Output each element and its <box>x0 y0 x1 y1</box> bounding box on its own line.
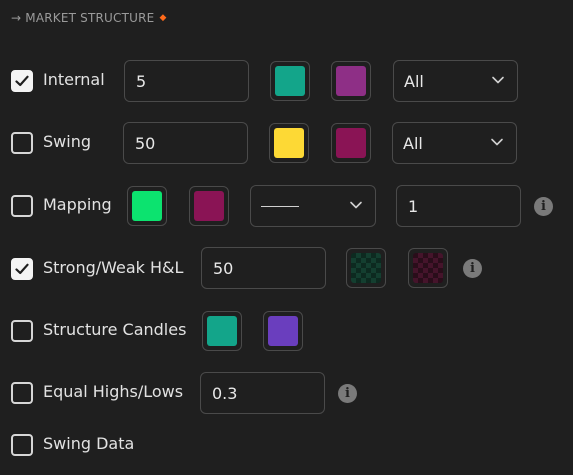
swing-bull-color-swatch[interactable] <box>269 123 309 163</box>
transparent-red-fill <box>413 253 443 283</box>
transparent-green-fill <box>351 253 381 283</box>
mapping-checkbox[interactable] <box>11 195 33 217</box>
color-fill <box>268 316 298 346</box>
checkmark-icon <box>15 75 29 87</box>
color-fill <box>336 128 366 158</box>
swing-checkbox[interactable] <box>11 132 33 154</box>
internal-bull-color-swatch[interactable] <box>270 61 310 101</box>
chevron-down-icon <box>491 138 503 146</box>
color-fill <box>207 316 237 346</box>
swing-bear-color-swatch[interactable] <box>331 123 371 163</box>
mapping-label: Mapping <box>43 195 112 214</box>
internal-checkbox[interactable] <box>11 70 33 92</box>
strong-weak-checkbox[interactable] <box>11 258 33 280</box>
color-fill <box>274 128 304 158</box>
swing-data-label: Swing Data <box>43 434 135 453</box>
equal-hl-row: Equal Highs/Lows 0.3 i <box>0 371 573 415</box>
equal-hl-label: Equal Highs/Lows <box>43 382 184 401</box>
chevron-down-icon <box>492 76 504 84</box>
structure-candles-bull-color-swatch[interactable] <box>202 311 242 351</box>
internal-bear-color-swatch[interactable] <box>331 61 371 101</box>
internal-length-input[interactable]: 5 <box>124 60 249 102</box>
select-value: All <box>403 133 423 153</box>
strong-weak-high-color-swatch[interactable] <box>346 248 386 288</box>
swing-data-checkbox[interactable] <box>11 434 33 456</box>
equal-hl-threshold-input[interactable]: 0.3 <box>200 372 325 414</box>
strong-weak-row: Strong/Weak H&L 50 i <box>0 246 573 290</box>
mapping-row: Mapping 1 i <box>0 184 573 228</box>
internal-mode-select[interactable]: All <box>393 60 518 102</box>
swing-length-input[interactable]: 50 <box>123 122 248 164</box>
info-icon[interactable]: i <box>338 384 357 403</box>
swing-label: Swing <box>43 132 91 151</box>
internal-row: Internal 5 All <box>0 59 573 103</box>
mapping-width-input[interactable]: 1 <box>396 185 521 227</box>
strong-weak-label: Strong/Weak H&L <box>43 258 184 277</box>
section-header: → MARKET STRUCTURE ◆ <box>11 11 167 25</box>
info-icon[interactable]: i <box>463 259 482 278</box>
color-fill <box>132 191 162 221</box>
color-fill <box>194 191 224 221</box>
structure-candles-row: Structure Candles <box>0 309 573 353</box>
accent-dot-icon: ◆ <box>159 13 167 23</box>
strong-weak-length-input[interactable]: 50 <box>201 247 326 289</box>
swing-row: Swing 50 All <box>0 121 573 165</box>
arrow-right-icon: → <box>11 11 22 25</box>
mapping-bear-color-swatch[interactable] <box>189 186 229 226</box>
solid-line-icon <box>261 205 299 207</box>
strong-weak-low-color-swatch[interactable] <box>408 248 448 288</box>
swing-mode-select[interactable]: All <box>392 122 517 164</box>
info-icon[interactable]: i <box>534 197 553 216</box>
mapping-line-style-select[interactable] <box>250 185 376 227</box>
equal-hl-checkbox[interactable] <box>11 382 33 404</box>
structure-candles-checkbox[interactable] <box>11 320 33 342</box>
color-fill <box>336 66 366 96</box>
select-value: All <box>404 71 424 91</box>
structure-candles-label: Structure Candles <box>43 320 187 339</box>
checkmark-icon <box>15 263 29 275</box>
section-title: MARKET STRUCTURE <box>25 11 155 25</box>
color-fill <box>275 66 305 96</box>
mapping-bull-color-swatch[interactable] <box>127 186 167 226</box>
chevron-down-icon <box>350 201 362 209</box>
internal-label: Internal <box>43 70 105 89</box>
swing-data-row: Swing Data <box>0 423 573 467</box>
structure-candles-bear-color-swatch[interactable] <box>263 311 303 351</box>
